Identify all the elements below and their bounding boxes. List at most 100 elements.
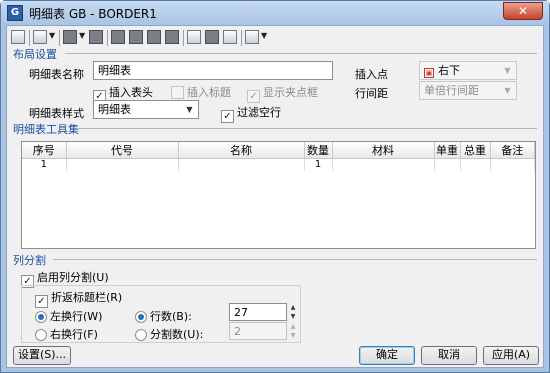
table-cell[interactable]: 1: [22, 158, 67, 171]
style-label: 明细表样式: [29, 107, 84, 120]
row-count-label: 行数(B):: [150, 310, 192, 323]
column-header[interactable]: 名称: [178, 142, 305, 159]
radio-selected-icon: [35, 311, 47, 323]
table-style-select[interactable]: 明细表 ▼: [93, 100, 199, 119]
dialog-window: G 明细表 GB - BORDER1 ✕ ▼ ▼ ▼ 布局设置 明细表名称 明细…: [0, 0, 550, 373]
close-button[interactable]: ✕: [503, 2, 543, 20]
toolbar-separator: [183, 30, 184, 46]
column-header[interactable]: 总重: [460, 142, 491, 159]
table-cell[interactable]: [434, 158, 461, 171]
edit-icon[interactable]: [223, 30, 237, 44]
insert-point-value: 右下: [438, 64, 460, 77]
left-wrap-label: 左换行(W): [50, 310, 103, 323]
toolset-section-label: 明细表工具集: [13, 123, 79, 136]
apply-button[interactable]: 应用(A): [483, 346, 539, 365]
spinner-arrows-icon[interactable]: ▲ ▼: [287, 303, 299, 321]
insert-point-icon: ▣: [424, 68, 434, 78]
spinner-arrows-icon[interactable]: ▲ ▼: [287, 322, 299, 340]
checkbox-empty-icon: [171, 86, 184, 99]
row-count-spinner[interactable]: 27 ▲ ▼: [229, 303, 299, 321]
split-count-radio[interactable]: 分割数(U):: [135, 326, 203, 342]
table-cell[interactable]: 1: [304, 158, 333, 171]
align-right-icon[interactable]: [147, 30, 161, 44]
radio-empty-icon: [135, 329, 147, 341]
split-count-label: 分割数(U):: [150, 328, 204, 341]
table-row[interactable]: 1 1: [22, 158, 535, 171]
bom-table[interactable]: 序号 代号 名称 数量 材料 单重 总重 备注 1 1: [21, 141, 536, 249]
toolbar-separator: [241, 30, 242, 46]
chevron-down-icon: ▼: [186, 105, 193, 114]
split-count-spinner[interactable]: 2 ▲ ▼: [229, 322, 299, 340]
table-format-icon[interactable]: [63, 30, 77, 44]
column-header[interactable]: 备注: [490, 142, 535, 159]
right-wrap-label: 右换行(F): [50, 328, 98, 341]
checkmark-icon: ✓: [221, 110, 234, 123]
table-cell[interactable]: [460, 158, 491, 171]
dialog-client: ▼ ▼ ▼ 布局设置 明细表名称 明细表 插入点 ▣ 右下 ▼ ✓ 插入表头 插…: [6, 25, 544, 368]
toolbar: ▼ ▼ ▼: [9, 28, 309, 48]
layout-section-label: 布局设置: [13, 48, 57, 61]
row-count-input[interactable]: 27: [229, 303, 287, 321]
chevron-down-icon: ▼: [504, 86, 511, 95]
right-wrap-radio[interactable]: 右换行(F): [35, 326, 98, 342]
column-header[interactable]: 材料: [332, 142, 435, 159]
split-section-label: 列分割: [13, 254, 46, 267]
toolbar-separator: [107, 30, 108, 46]
table-cell[interactable]: [66, 158, 179, 171]
table-name-input[interactable]: 明细表: [93, 61, 333, 80]
app-icon: G: [7, 5, 23, 21]
fold-title-label: 折返标题栏(R): [51, 291, 123, 304]
fill-icon[interactable]: [205, 30, 219, 44]
insert-point-select[interactable]: ▣ 右下 ▼: [419, 61, 517, 80]
radio-selected-icon: [135, 311, 147, 323]
insert-point-label: 插入点: [355, 68, 388, 81]
settings-button[interactable]: 设置(S)...: [13, 346, 71, 365]
row-spacing-value: 单倍行间距: [424, 84, 479, 97]
show-grip-label: 显示夹点框: [263, 86, 318, 99]
filter-empty-checkbox[interactable]: ✓ 过滤空行: [221, 104, 281, 123]
column-header[interactable]: 数量: [304, 142, 333, 159]
export-dropdown-icon[interactable]: ▼: [49, 31, 55, 40]
table-header-row: 序号 代号 名称 数量 材料 单重 总重 备注: [22, 142, 535, 159]
left-wrap-radio[interactable]: 左换行(W): [35, 308, 102, 324]
table-style-value: 明细表: [98, 103, 131, 116]
checkmark-icon: ✓: [35, 295, 48, 308]
radio-empty-icon: [35, 329, 47, 341]
merge-icon[interactable]: [165, 30, 179, 44]
checkmark-icon: ✓: [247, 90, 260, 103]
column-header[interactable]: 代号: [66, 142, 179, 159]
insert-header-label: 插入表头: [109, 86, 153, 99]
save-icon[interactable]: [11, 30, 25, 44]
window-title: 明细表 GB - BORDER1: [29, 7, 157, 21]
row-spacing-select[interactable]: 单倍行间距 ▼: [419, 81, 517, 100]
fold-title-checkbox[interactable]: ✓ 折返标题栏(R): [35, 289, 122, 308]
table-cell[interactable]: [332, 158, 435, 171]
split-count-input[interactable]: 2: [229, 322, 287, 340]
cancel-button[interactable]: 取消: [421, 346, 477, 365]
title-bar: G 明细表 GB - BORDER1 ✕: [1, 1, 549, 25]
column-icon[interactable]: [89, 30, 103, 44]
table-format-dropdown-icon[interactable]: ▼: [79, 31, 85, 40]
section-divider: [77, 128, 537, 129]
view-icon[interactable]: [245, 30, 259, 44]
enable-split-label: 启用列分割(U): [37, 271, 109, 284]
toolbar-separator: [59, 30, 60, 46]
ok-button[interactable]: 确定: [359, 346, 415, 365]
row-count-radio[interactable]: 行数(B):: [135, 308, 192, 324]
show-grip-checkbox[interactable]: ✓ 显示夹点框: [247, 84, 318, 103]
align-left-icon[interactable]: [111, 30, 125, 44]
insert-title-checkbox[interactable]: 插入标题: [171, 84, 231, 100]
chevron-down-icon: ▼: [504, 66, 511, 75]
table-cell[interactable]: [178, 158, 305, 171]
section-divider: [53, 259, 537, 260]
toolbar-separator: [29, 30, 30, 46]
filter-empty-label: 过滤空行: [237, 106, 281, 119]
sort-icon[interactable]: [187, 30, 201, 44]
view-dropdown-icon[interactable]: ▼: [261, 31, 267, 40]
export-icon[interactable]: [33, 30, 47, 44]
align-center-icon[interactable]: [129, 30, 143, 44]
table-cell[interactable]: [490, 158, 535, 171]
column-header[interactable]: 序号: [22, 142, 67, 159]
column-header[interactable]: 单重: [434, 142, 461, 159]
section-divider: [65, 53, 537, 54]
